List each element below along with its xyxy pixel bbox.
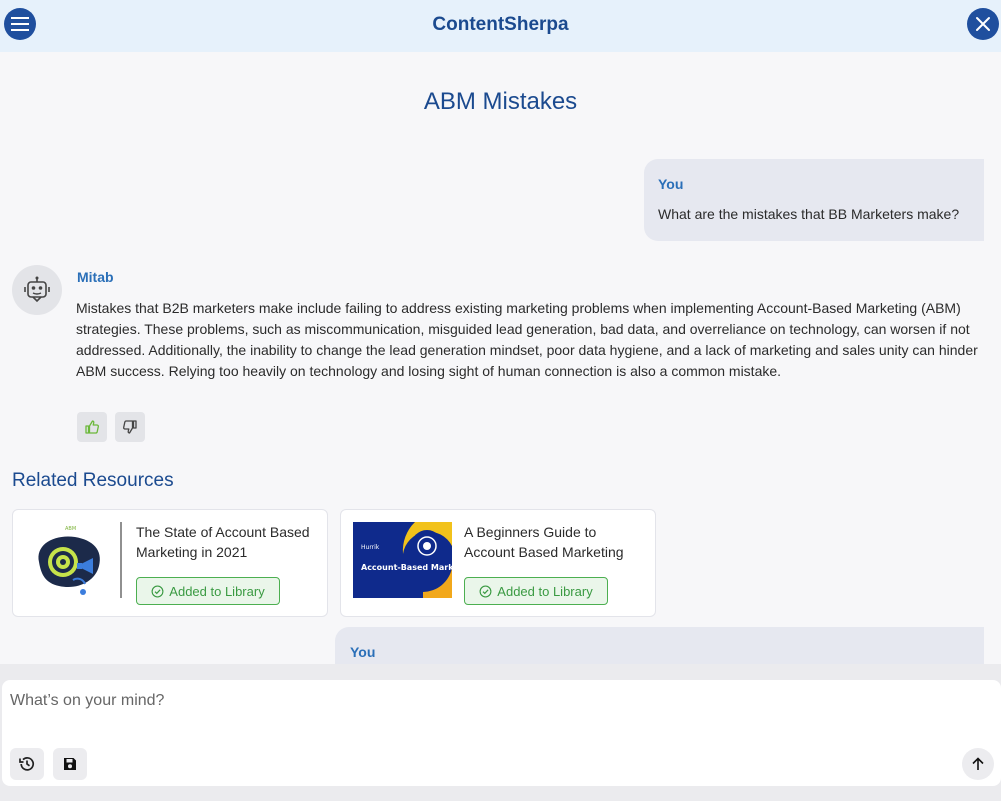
resource-card[interactable]: ABM The State of Account Based Marketing… bbox=[12, 509, 328, 617]
page-title: ABM Mistakes bbox=[423, 88, 578, 115]
added-to-library-label: Added to Library bbox=[497, 583, 593, 599]
app-title: ContentSherpa bbox=[432, 14, 569, 35]
save-icon[interactable] bbox=[53, 748, 87, 780]
user-message: You What are the mistakes that BB Market… bbox=[644, 159, 984, 241]
svg-text:ABM: ABM bbox=[65, 526, 76, 532]
resource-card[interactable]: Hurrik Account-Based Marketing. A Beginn… bbox=[340, 509, 656, 617]
resource-title[interactable]: A Beginners Guide to Account Based Marke… bbox=[464, 522, 644, 562]
thumb-heading: Account-Based Marketing. bbox=[361, 563, 452, 572]
added-to-library-label: Added to Library bbox=[169, 583, 265, 599]
app-header: ContentSherpa bbox=[0, 0, 1001, 52]
thumbs-up-icon[interactable] bbox=[77, 412, 107, 442]
added-to-library-button[interactable]: Added to Library bbox=[136, 577, 280, 605]
user-message-author: You bbox=[350, 644, 376, 660]
close-icon[interactable] bbox=[967, 8, 999, 40]
bot-message-author: Mitab bbox=[77, 269, 114, 285]
thumbs-down-icon[interactable] bbox=[115, 412, 145, 442]
user-message: You bbox=[335, 627, 984, 667]
arrow-up-icon[interactable] bbox=[962, 748, 994, 780]
message-input[interactable] bbox=[10, 692, 910, 710]
resource-thumbnail: ABM bbox=[25, 522, 124, 598]
robot-icon bbox=[12, 265, 62, 315]
history-icon[interactable] bbox=[10, 748, 44, 780]
check-circle-icon bbox=[479, 585, 492, 597]
user-message-author: You bbox=[658, 176, 684, 192]
bot-message-text: Mistakes that B2B marketers make include… bbox=[76, 300, 978, 379]
added-to-library-button[interactable]: Added to Library bbox=[464, 577, 608, 605]
check-circle-icon bbox=[151, 585, 164, 597]
resource-thumbnail: Hurrik Account-Based Marketing. bbox=[353, 522, 452, 598]
thumb-brand: Hurrik bbox=[361, 544, 380, 551]
resource-title[interactable]: The State of Account Based Marketing in … bbox=[136, 522, 316, 562]
related-resources-title: Related Resources bbox=[12, 470, 174, 491]
user-message-text: What are the mistakes that BB Marketers … bbox=[658, 206, 960, 222]
